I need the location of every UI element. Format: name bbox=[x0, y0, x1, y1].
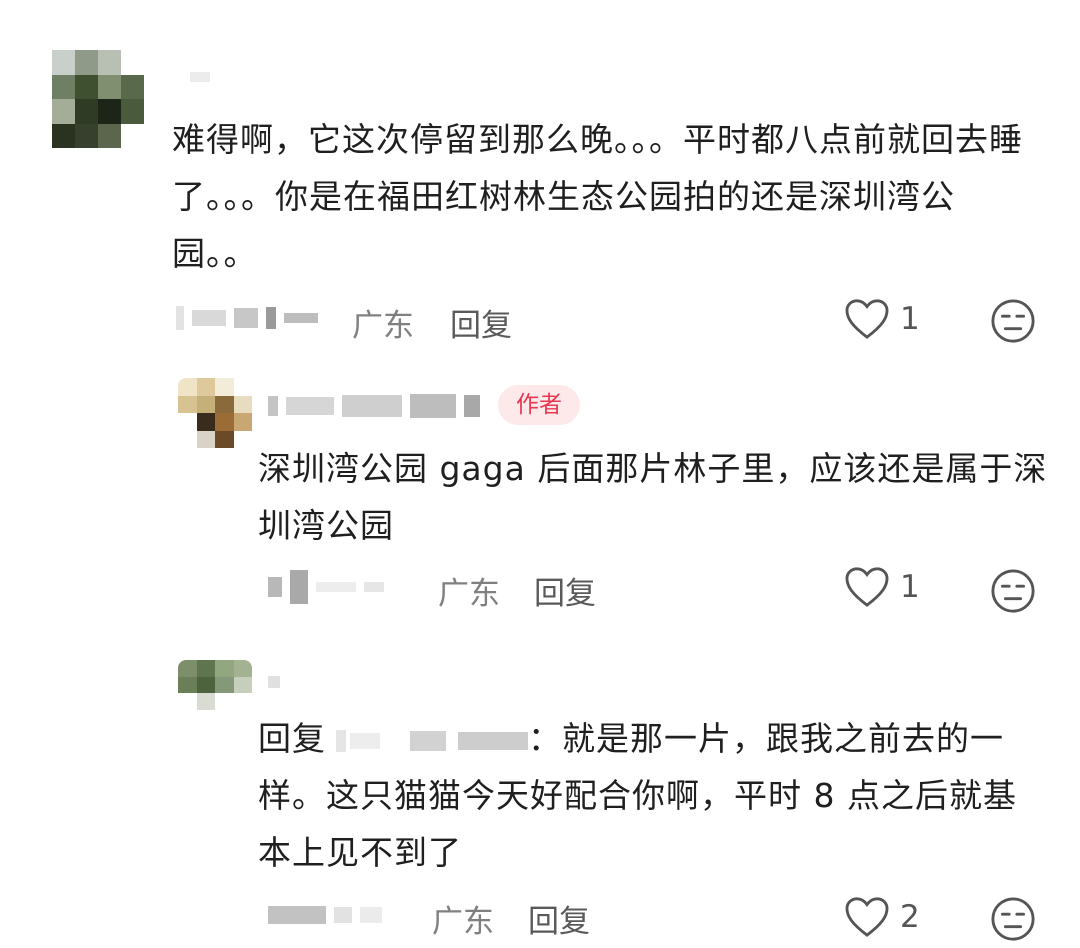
like-count: 2 bbox=[900, 899, 920, 935]
like-button[interactable]: 1 bbox=[844, 298, 920, 340]
username-redacted bbox=[176, 306, 326, 330]
reply-prefix: 回复 bbox=[258, 719, 326, 758]
meh-face-icon[interactable] bbox=[990, 298, 1036, 344]
author-badge: 作者 bbox=[498, 385, 580, 425]
reply-text-block: 回复 ：就是那一片，跟我之前去的一样。这只猫猫今天好配合你啊，平时 8 点之后就基… bbox=[258, 710, 1048, 881]
avatar[interactable] bbox=[52, 50, 144, 148]
meh-face-icon[interactable] bbox=[990, 568, 1036, 614]
location-label: 广东 bbox=[432, 904, 494, 940]
comment-text: 难得啊，它这次停留到那么晚。。。平时都八点前就回去睡了。。。你是在福田红树林生态… bbox=[172, 120, 1023, 273]
avatar[interactable] bbox=[178, 378, 252, 448]
username-redacted bbox=[268, 570, 392, 604]
username-redacted bbox=[190, 72, 218, 82]
like-count: 1 bbox=[900, 301, 920, 337]
reply-button[interactable]: 回复 bbox=[534, 568, 596, 613]
location-label: 广东 bbox=[352, 308, 414, 344]
heart-outline-icon bbox=[845, 299, 889, 339]
username-redacted bbox=[268, 676, 288, 688]
meh-face-icon[interactable] bbox=[990, 896, 1036, 942]
like-button[interactable]: 1 bbox=[844, 566, 920, 608]
avatar[interactable] bbox=[178, 660, 252, 710]
reply-button[interactable]: 回复 bbox=[528, 896, 590, 941]
reply-text: 深圳湾公园 gaga 后面那片林子里，应该还是属于深圳湾公园 bbox=[258, 449, 1048, 545]
heart-outline-icon bbox=[845, 897, 889, 937]
location-label: 广东 bbox=[438, 576, 500, 612]
username-redacted bbox=[268, 906, 390, 924]
like-button[interactable]: 2 bbox=[844, 896, 920, 938]
username-redacted bbox=[268, 394, 488, 418]
like-count: 1 bbox=[900, 569, 920, 605]
heart-outline-icon bbox=[845, 567, 889, 607]
reply-button[interactable]: 回复 bbox=[450, 300, 512, 345]
